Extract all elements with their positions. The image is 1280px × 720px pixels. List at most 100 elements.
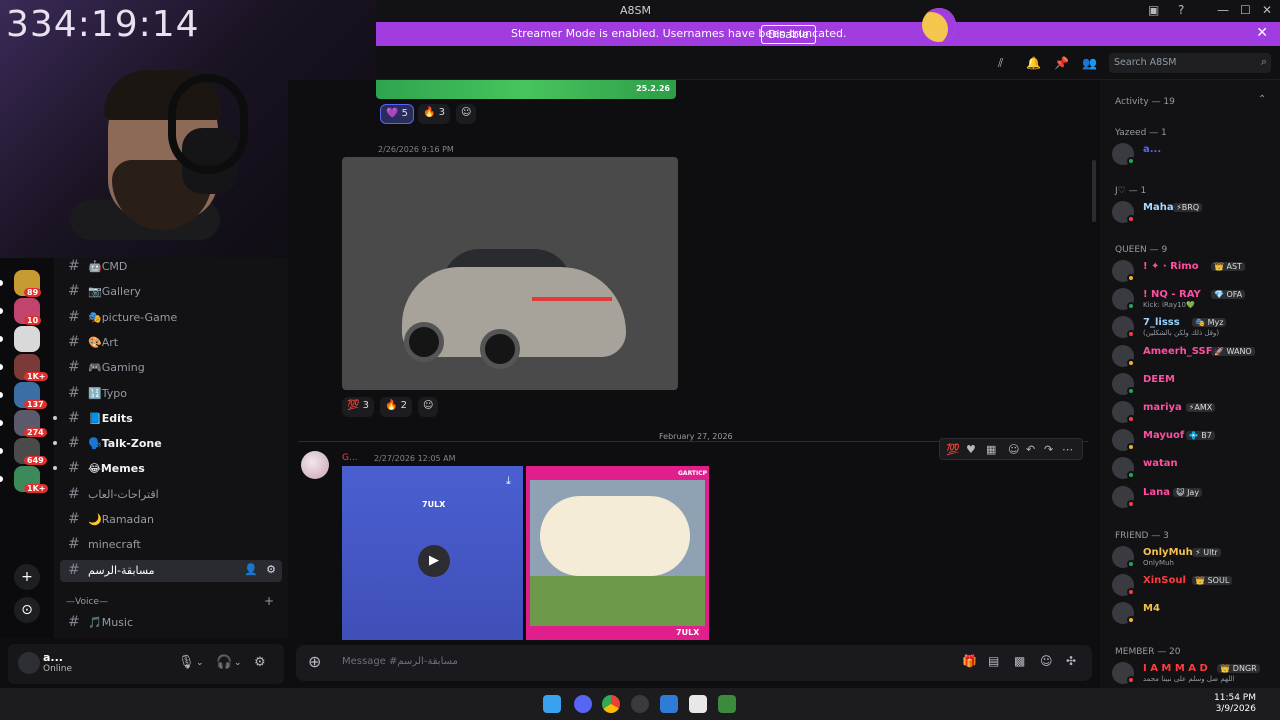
reaction[interactable]: 🔥 3 [418, 104, 451, 124]
member-item[interactable]: a... [1112, 141, 1276, 167]
member-item[interactable]: Mayuof 💠 B7 [1112, 427, 1276, 453]
channel-item[interactable]: # 🎮Gaming [60, 357, 282, 379]
reply-icon[interactable]: ↶ [1026, 443, 1035, 456]
member-item[interactable]: ! NQ - RAY 💎 OFA Kick: iRay10💚 [1112, 286, 1276, 312]
avatar[interactable] [301, 451, 329, 479]
message-composer[interactable]: ⊕ Message #مسابقة-الرسم 🎁 ▤ ▩ ☺ ✣ [296, 645, 1092, 681]
activity-header[interactable]: Activity — 19 [1115, 97, 1175, 107]
minecraft-taskbar-icon[interactable] [718, 695, 736, 713]
channel-label: مسابقة-الرسم [88, 563, 155, 577]
channel-item[interactable]: # 🗣️Talk-Zone [53, 433, 282, 455]
minimize-button[interactable]: — [1217, 3, 1229, 17]
channel-item[interactable]: # 🔢Typo [60, 383, 282, 405]
channel-item[interactable]: # 🎭picture-Game [60, 307, 282, 329]
member-item[interactable]: Lana 😺 Jay [1112, 484, 1276, 510]
settings-gear-icon[interactable]: ⚙ [254, 655, 266, 670]
image-attachment-strip[interactable]: 25.2.26 [376, 80, 676, 99]
add-reaction-button[interactable]: ☺ [456, 104, 477, 124]
search-input[interactable]: Search A8SM ⌕ [1109, 53, 1271, 73]
member-item[interactable]: 7_lisss 🎭 Myz (وقل ذلك ولكن بالشكلين) [1112, 314, 1276, 340]
chevron-down-icon[interactable]: ⌄ [234, 658, 242, 668]
quick-react-icon[interactable]: ▦ [986, 443, 996, 456]
gift-icon[interactable]: 🎁 [962, 654, 977, 668]
channel-settings-icon[interactable]: ⚙ [266, 563, 276, 576]
discord-taskbar-icon[interactable] [574, 695, 592, 713]
username[interactable]: a... [43, 651, 63, 664]
car-image-attachment[interactable] [342, 157, 678, 390]
app-taskbar-icon[interactable] [689, 695, 707, 713]
attach-plus-icon[interactable]: ⊕ [308, 652, 321, 671]
edge-taskbar-icon[interactable] [660, 695, 678, 713]
taskbar-clock[interactable]: 11:54 PM 3/9/2026 [1214, 693, 1256, 715]
invite-icon[interactable]: 👤 [244, 563, 258, 576]
message-author[interactable]: G... [342, 453, 358, 463]
help-icon[interactable]: ? [1178, 3, 1184, 17]
pin-icon[interactable]: 📌 [1054, 56, 1069, 70]
member-item[interactable]: I A M M A D 👑 DNGR اللهم صل وسلم على نبينا… [1112, 660, 1276, 686]
reaction[interactable]: 💜 5 [380, 104, 415, 124]
channel-item[interactable]: # مسابقة-الرسم 👤 ⚙ [60, 559, 282, 582]
chevron-up-icon[interactable]: ⌃ [1258, 94, 1266, 105]
channel-item[interactable]: # 📷Gallery [60, 281, 282, 303]
sticker-icon[interactable]: ▩ [1014, 654, 1025, 668]
channel-item[interactable]: # 📘Edits [53, 408, 282, 430]
add-reaction-button[interactable]: ☺ [418, 397, 439, 417]
quick-react-icon[interactable]: ♥ [966, 443, 976, 456]
chevron-down-icon[interactable]: ⌄ [196, 658, 204, 668]
avatar[interactable] [18, 652, 40, 674]
windows-start-icon[interactable] [543, 695, 561, 713]
threads-icon[interactable]: ⫽ [998, 56, 1003, 71]
close-window-button[interactable]: ✕ [1262, 3, 1272, 17]
member-item[interactable]: DEEM [1112, 371, 1276, 397]
microphone-icon[interactable]: 🎙 [178, 655, 195, 670]
reaction[interactable]: 💯 3 [342, 397, 375, 417]
video-attachment[interactable]: GARTICP 7ULX [526, 466, 709, 640]
disable-streamer-button[interactable]: Disable [761, 25, 816, 44]
reaction[interactable]: 🔥 2 [380, 397, 413, 417]
member-item[interactable]: ! ✦ · Rimo 👑 AST [1112, 258, 1276, 284]
channel-item[interactable]: # minecraft [60, 534, 282, 556]
download-icon[interactable]: ⤓ [506, 474, 511, 488]
unread-dot [53, 415, 57, 420]
channel-name: 🔢Typo [88, 387, 127, 400]
voice-channel-item[interactable]: # 🎵Music [60, 612, 282, 634]
discover-servers-button[interactable]: ⊙ [14, 597, 40, 623]
add-reaction-icon[interactable]: ☺ [1008, 443, 1019, 456]
notification-bell-icon[interactable]: 🔔 [1026, 56, 1041, 70]
close-banner-button[interactable]: ✕ [1256, 25, 1268, 41]
play-button[interactable]: ▶ [418, 545, 450, 577]
channel-item[interactable]: # 🎨Art [60, 332, 282, 354]
inbox-icon[interactable]: ▣ [1148, 3, 1159, 17]
add-server-button[interactable]: + [14, 564, 40, 590]
obs-taskbar-icon[interactable] [631, 695, 649, 713]
headphones-icon[interactable]: 🎧 [216, 655, 232, 670]
maximize-button[interactable]: ☐ [1240, 3, 1251, 17]
chrome-taskbar-icon[interactable] [602, 695, 620, 713]
member-item[interactable]: M4 [1112, 600, 1276, 626]
emoji-icon[interactable]: ☺ [1040, 654, 1053, 668]
status-indicator [1127, 616, 1135, 625]
create-channel-icon[interactable]: + [264, 594, 274, 608]
member-item[interactable]: Ameerh_SSF 🚀 WANO [1112, 343, 1276, 369]
channel-name: 🎵Music [88, 616, 133, 629]
scrollbar[interactable] [1092, 160, 1096, 222]
member-list-icon[interactable]: 👥 [1082, 56, 1097, 70]
member-item[interactable]: mariya ⚡AMX [1112, 399, 1276, 425]
channel-item[interactable]: # 🤖CMD [60, 256, 282, 278]
quick-react-icon[interactable]: 💯 [946, 443, 960, 456]
member-name: M4 [1143, 603, 1160, 615]
channel-item[interactable]: # 😂Memes [53, 458, 282, 480]
message-input[interactable]: Message #مسابقة-الرسم [342, 656, 458, 667]
member-item[interactable]: XinSoul 👑 SOUL [1112, 572, 1276, 598]
member-item[interactable]: Maha ⚡BRQ [1112, 199, 1276, 225]
server-icon[interactable] [14, 326, 40, 352]
member-item[interactable]: OnlyMuh ⚡ Ultr OnlyMuh [1112, 544, 1276, 570]
channel-item[interactable]: # 🌙Ramadan [60, 509, 282, 531]
gif-icon[interactable]: ▤ [988, 654, 999, 668]
channel-item[interactable]: # اقتراحات-العاب [60, 484, 282, 506]
voice-category[interactable]: —Voice— [66, 597, 108, 607]
forward-icon[interactable]: ↷ [1044, 443, 1053, 456]
apps-icon[interactable]: ✣ [1066, 654, 1076, 668]
member-item[interactable]: watan [1112, 455, 1276, 481]
more-icon[interactable]: ⋯ [1062, 443, 1073, 456]
